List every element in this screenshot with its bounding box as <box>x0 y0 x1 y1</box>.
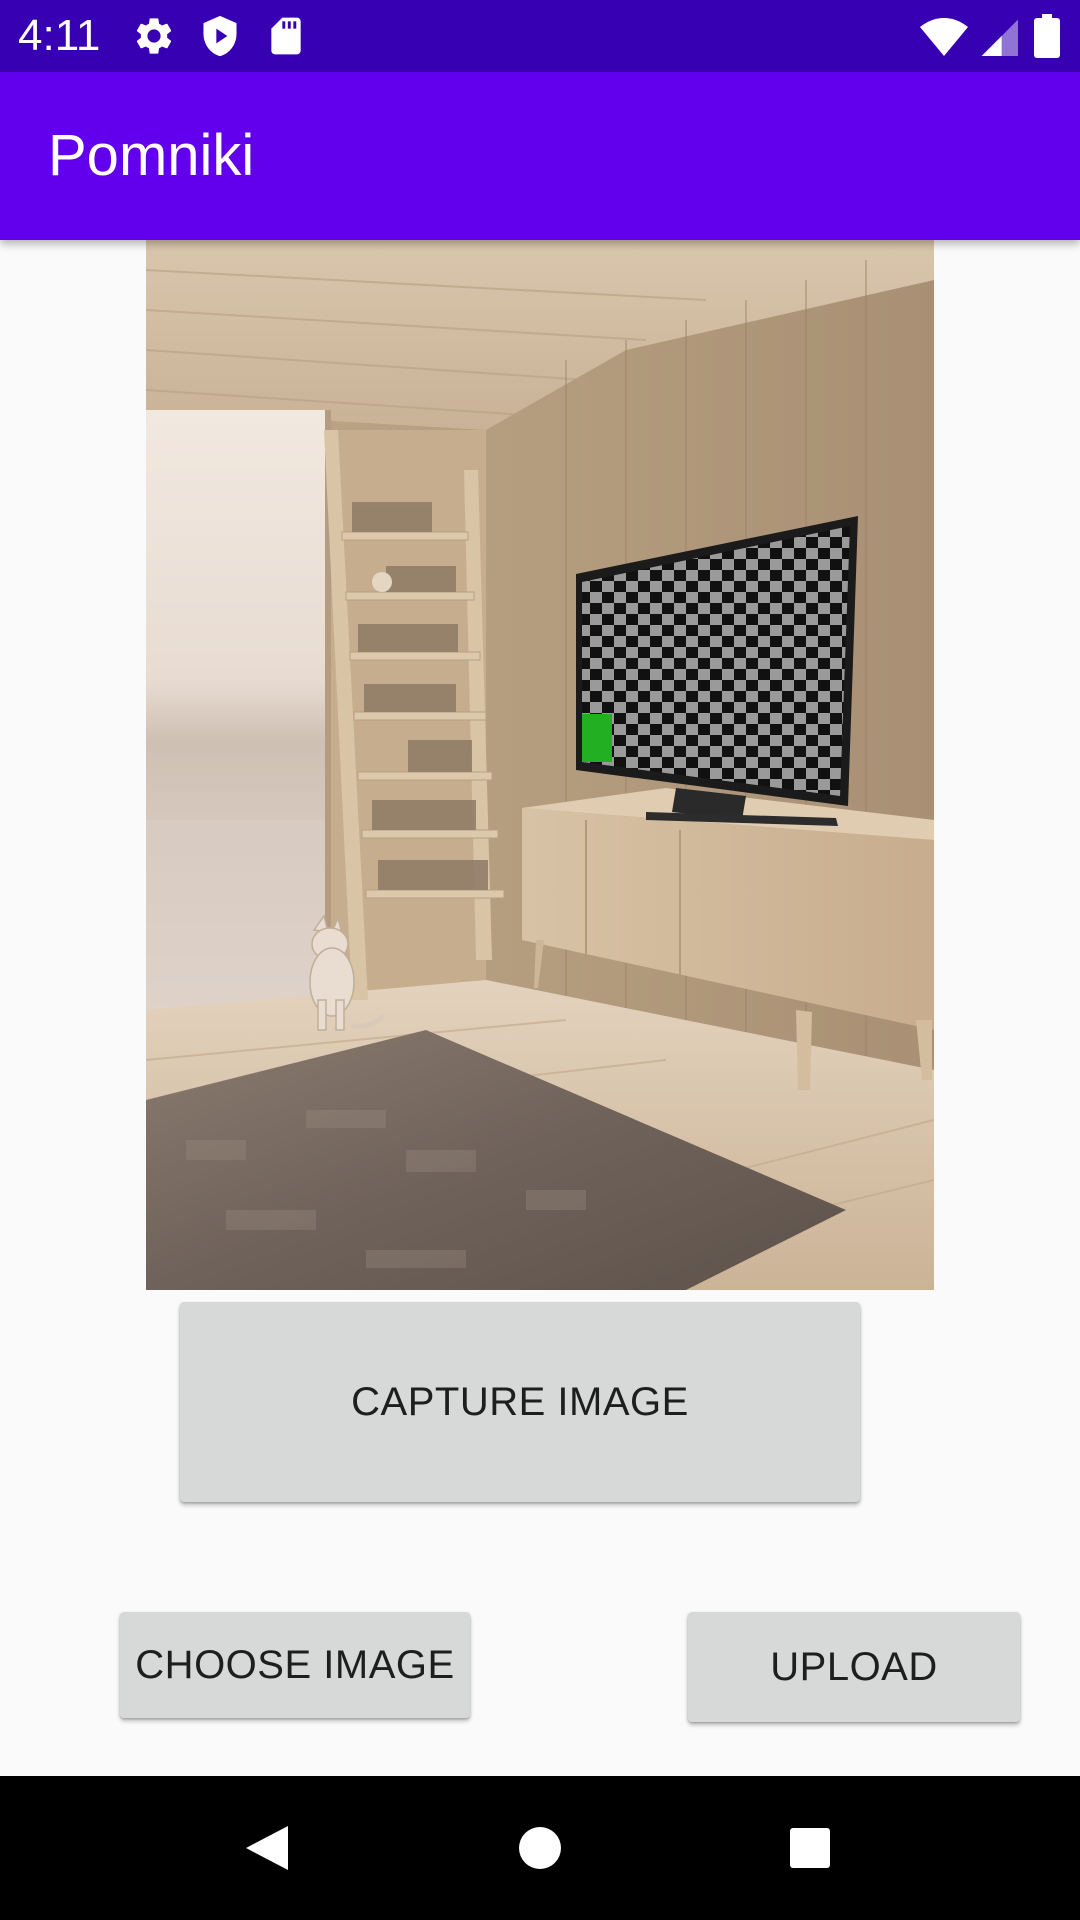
status-time: 4:11 <box>18 11 101 60</box>
capture-image-button[interactable]: CAPTURE IMAGE <box>180 1302 860 1502</box>
navigation-bar <box>0 1776 1080 1920</box>
status-bar: 4:11 <box>0 0 1080 72</box>
battery-icon <box>1034 14 1062 58</box>
app-title: Pomniki <box>48 123 255 188</box>
app-screen: 4:11 Pomniki CAPTURE IMAGE CHOOSE IMAGE … <box>0 0 1080 1920</box>
home-icon[interactable] <box>490 1798 590 1898</box>
app-bar: Pomniki <box>0 72 1080 240</box>
captured-image-preview <box>146 240 934 1290</box>
back-icon[interactable] <box>218 1798 318 1898</box>
shield-play-icon <box>198 14 242 58</box>
cell-signal-icon <box>978 14 1022 58</box>
wifi-icon <box>920 14 968 58</box>
capture-image-label: CAPTURE IMAGE <box>351 1379 689 1424</box>
choose-image-button[interactable]: CHOOSE IMAGE <box>120 1612 470 1718</box>
recents-icon[interactable] <box>760 1798 860 1898</box>
choose-image-label: CHOOSE IMAGE <box>135 1642 455 1687</box>
sd-card-icon <box>264 14 308 58</box>
settings-gear-icon <box>132 14 176 58</box>
upload-label: UPLOAD <box>770 1644 938 1689</box>
upload-button[interactable]: UPLOAD <box>688 1612 1020 1722</box>
room-photo-illustration <box>146 240 934 1290</box>
